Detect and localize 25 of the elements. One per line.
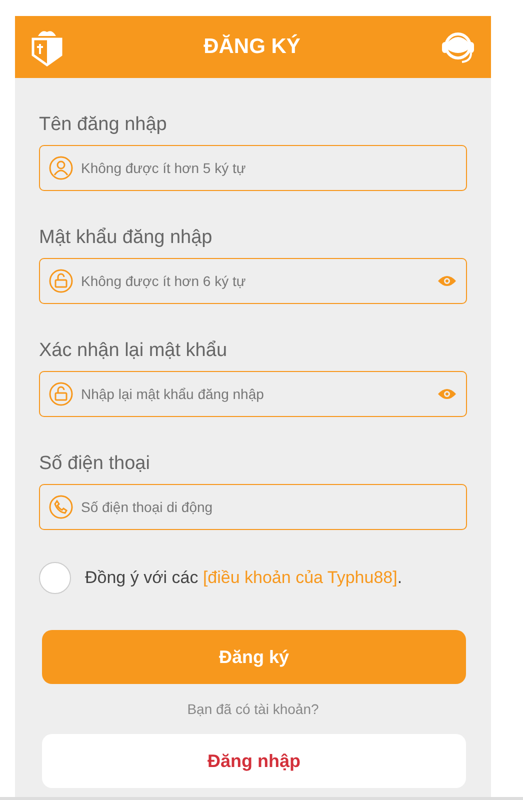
input-field[interactable]: Không được ít hơn 6 ký tự [39, 258, 467, 304]
field-label: Mật khẩu đăng nhập [39, 227, 214, 249]
input-field[interactable]: Số điện thoại di động [39, 484, 467, 530]
text-input[interactable]: Không được ít hơn 6 ký tự [81, 259, 430, 303]
text-input[interactable]: Không được ít hơn 5 ký tự [81, 146, 456, 190]
text-input[interactable]: Số điện thoại di động [81, 485, 456, 529]
eye-icon[interactable] [438, 275, 456, 287]
phone-icon [49, 495, 73, 519]
field-label: Xác nhận lại mật khẩu [39, 340, 228, 362]
field-label: Số điện thoại [39, 453, 151, 475]
login-button[interactable]: Đăng nhập [42, 734, 466, 788]
register-button[interactable]: Đăng ký [42, 630, 466, 684]
input-field[interactable]: Nhập lại mật khẩu đăng nhập [39, 371, 467, 417]
text-input[interactable]: Nhập lại mật khẩu đăng nhập [81, 372, 430, 416]
terms-link[interactable]: [điều khoản của Typhu88] [202, 568, 398, 587]
page-title: ĐĂNG KÝ [204, 35, 300, 59]
field-label: Tên đăng nhập [39, 114, 168, 136]
lock-icon [49, 269, 73, 293]
lock-icon [49, 382, 73, 406]
agree-checkbox[interactable] [39, 562, 71, 594]
user-icon [49, 156, 73, 180]
terms-sentence: Đồng ý với các [điều khoản của Typhu88]. [85, 568, 402, 588]
account-question: Bạn đã có tài khoản? [186, 701, 320, 717]
input-field[interactable]: Không được ít hơn 5 ký tự [39, 145, 467, 191]
eye-icon[interactable] [438, 388, 456, 400]
